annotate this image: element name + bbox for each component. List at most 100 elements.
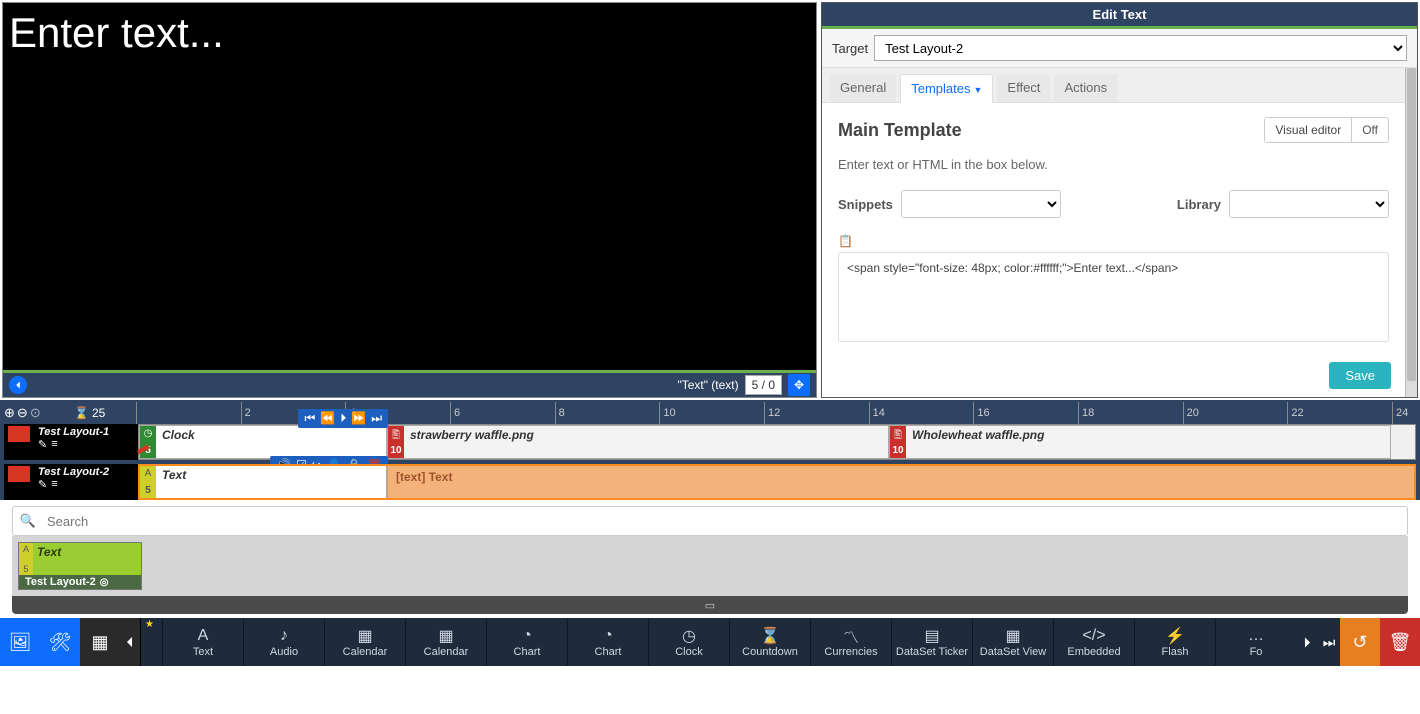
tab-effect[interactable]: Effect (997, 74, 1050, 102)
clip-image-2[interactable]: 🖺10 Wholewheat waffle.png (889, 425, 1391, 459)
layout-track-1[interactable]: ◷5 Clock ⏮⏪⏵⏩⏭ 🔊☑↪👤🔒🗑 ➦ 🖺10 strawberry w… (138, 424, 1416, 460)
search-icon: 🔍 (13, 513, 43, 529)
clip-clock[interactable]: ◷5 Clock ⏮⏪⏵⏩⏭ 🔊☑↪👤🔒🗑 ➦ (139, 425, 387, 459)
ruler-mark: 24 (1392, 402, 1408, 424)
tool-fo[interactable]: …Fo (1215, 618, 1296, 666)
snippets-select[interactable] (901, 190, 1061, 218)
tool-label: Chart (514, 646, 541, 658)
tool-flash[interactable]: ⚡Flash (1134, 618, 1215, 666)
layout-track-2[interactable]: A5 Text [text] Text (138, 464, 1416, 500)
caret-down-icon: ▼ (974, 85, 983, 95)
delete-button[interactable]: 🗑 (1380, 618, 1420, 666)
text-icon: A (23, 544, 29, 554)
chart-icon: ◔ (603, 626, 613, 646)
library-select[interactable] (1229, 190, 1389, 218)
clip-image-1[interactable]: 🖺10 strawberry waffle.png (387, 425, 889, 459)
visual-editor-toggle[interactable]: Visual editor Off (1264, 117, 1389, 143)
layout-name-2: Test Layout-2 (38, 466, 134, 478)
save-button[interactable]: Save (1329, 362, 1391, 389)
zoom-in-icon[interactable]: ⊕ (4, 405, 15, 421)
zoom-out-icon[interactable]: ⊖ (17, 405, 28, 421)
preview-footer-label: "Text" (text) (677, 378, 738, 392)
undo-button[interactable]: ↺ (1340, 618, 1380, 666)
tool-text[interactable]: AText (162, 618, 243, 666)
tool-currencies[interactable]: 〽Currencies (810, 618, 891, 666)
tool-calendar[interactable]: ▦Calendar (324, 618, 405, 666)
preview-ratio: 5 / 0 (745, 375, 782, 395)
flash-icon: ⚡ (1165, 626, 1185, 646)
tool-audio[interactable]: ♪Audio (243, 618, 324, 666)
tool-label: Flash (1162, 646, 1189, 658)
layout-name-1: Test Layout-1 (38, 426, 134, 438)
preview-move-button[interactable]: ✥ (788, 374, 810, 396)
target-select[interactable]: Test Layout-2 (874, 35, 1407, 61)
fo-icon: … (1248, 626, 1264, 646)
edit-icon[interactable]: ✎ (38, 478, 47, 491)
tool-label: Countdown (742, 646, 798, 658)
star-icon: ★ (145, 619, 154, 630)
tab-general[interactable]: General (830, 74, 896, 102)
preview-pane: Enter text... "Text" (text) 5 / 0 ✥ (2, 2, 817, 398)
edit-panel-title: Edit Text (822, 3, 1417, 29)
ruler-mark: 16 (973, 402, 989, 424)
edit-scrollbar[interactable] (1405, 68, 1417, 397)
layout-label-1[interactable]: Test Layout-1 ✎ ≡ (4, 424, 138, 460)
library-drawer-toggle[interactable]: ▭ (12, 596, 1408, 614)
clip-text-overlay[interactable]: [text] Text (387, 465, 1415, 499)
ruler-mark: 14 (869, 402, 885, 424)
ffwd-icon[interactable]: ⏭ (371, 411, 382, 426)
ruler-mark: 12 (764, 402, 780, 424)
collapse-left-button[interactable]: ⏴ (120, 618, 140, 666)
media-button[interactable]: 🖼 (0, 618, 40, 666)
scroll-end-button[interactable]: ⏭ (1318, 618, 1340, 666)
tab-actions[interactable]: Actions (1054, 74, 1117, 102)
scroll-right-button[interactable]: ⏵ (1296, 618, 1318, 666)
dataset-view-icon: ▦ (1005, 626, 1020, 646)
clip-transport-controls[interactable]: ⏮ ⏪ ⏵ ⏩ ⏭ (298, 409, 388, 428)
tool-countdown[interactable]: ⌛Countdown (729, 618, 810, 666)
preview-back-button[interactable] (9, 376, 27, 394)
image-icon: 🖺 (894, 428, 902, 445)
grid-button[interactable]: ▦ (80, 618, 120, 666)
ruler-mark: 20 (1183, 402, 1199, 424)
clip-text[interactable]: A5 Text (139, 465, 387, 499)
edit-icon[interactable]: ✎ (38, 438, 47, 451)
tab-templates[interactable]: Templates▼ (900, 74, 993, 103)
currencies-icon: 〽 (843, 626, 859, 646)
library-search[interactable]: 🔍 (12, 506, 1408, 536)
prev-icon[interactable]: ⏪ (320, 411, 335, 426)
list-icon[interactable]: ≡ (51, 478, 57, 491)
timeline-scale-value: 25 (92, 406, 105, 420)
play-icon[interactable]: ⏵ (340, 411, 346, 426)
library-card-text[interactable]: A5 Text Test Layout-2 ◎ (18, 542, 142, 590)
preview-canvas: Enter text... (3, 3, 816, 373)
zoom-reset-icon[interactable]: ⊙ (30, 405, 41, 421)
bottom-toolbar: 🖼 🛠 ▦ ⏴ ★ AText♪Audio▦Calendar▦Calendar◔… (0, 618, 1420, 666)
countdown-icon: ⌛ (760, 626, 780, 646)
template-hint: Enter text or HTML in the box below. (838, 157, 1389, 172)
tool-clock[interactable]: ◷Clock (648, 618, 729, 666)
tool-embedded[interactable]: </>Embedded (1053, 618, 1134, 666)
image-icon: 🖺 (392, 428, 400, 445)
layout-label-2[interactable]: Test Layout-2 ✎ ≡ (4, 464, 138, 500)
next-icon[interactable]: ⏩ (351, 411, 366, 426)
list-icon[interactable]: ≡ (51, 438, 57, 451)
snippets-label: Snippets (838, 197, 893, 212)
template-html-input[interactable]: <span style="font-size: 48px; color:#fff… (838, 252, 1389, 342)
paste-icon[interactable]: 📋 (838, 234, 853, 248)
tool-label: Chart (595, 646, 622, 658)
tool-dataset-ticker[interactable]: ▤DataSet Ticker (891, 618, 972, 666)
tool-label: Currencies (824, 646, 877, 658)
rewind-icon[interactable]: ⏮ (304, 411, 315, 426)
library-body: A5 Text Test Layout-2 ◎ (12, 536, 1408, 596)
tool-label: Audio (270, 646, 298, 658)
tool-chart[interactable]: ◔Chart (567, 618, 648, 666)
tool-chart[interactable]: ◔Chart (486, 618, 567, 666)
search-input[interactable] (43, 514, 1407, 529)
text-icon: A (145, 468, 152, 479)
favorites-indicator[interactable]: ★ (140, 618, 162, 666)
tool-calendar[interactable]: ▦Calendar (405, 618, 486, 666)
ruler-mark: 22 (1287, 402, 1303, 424)
tools-button[interactable]: 🛠 (40, 618, 80, 666)
tool-dataset-view[interactable]: ▦DataSet View (972, 618, 1053, 666)
